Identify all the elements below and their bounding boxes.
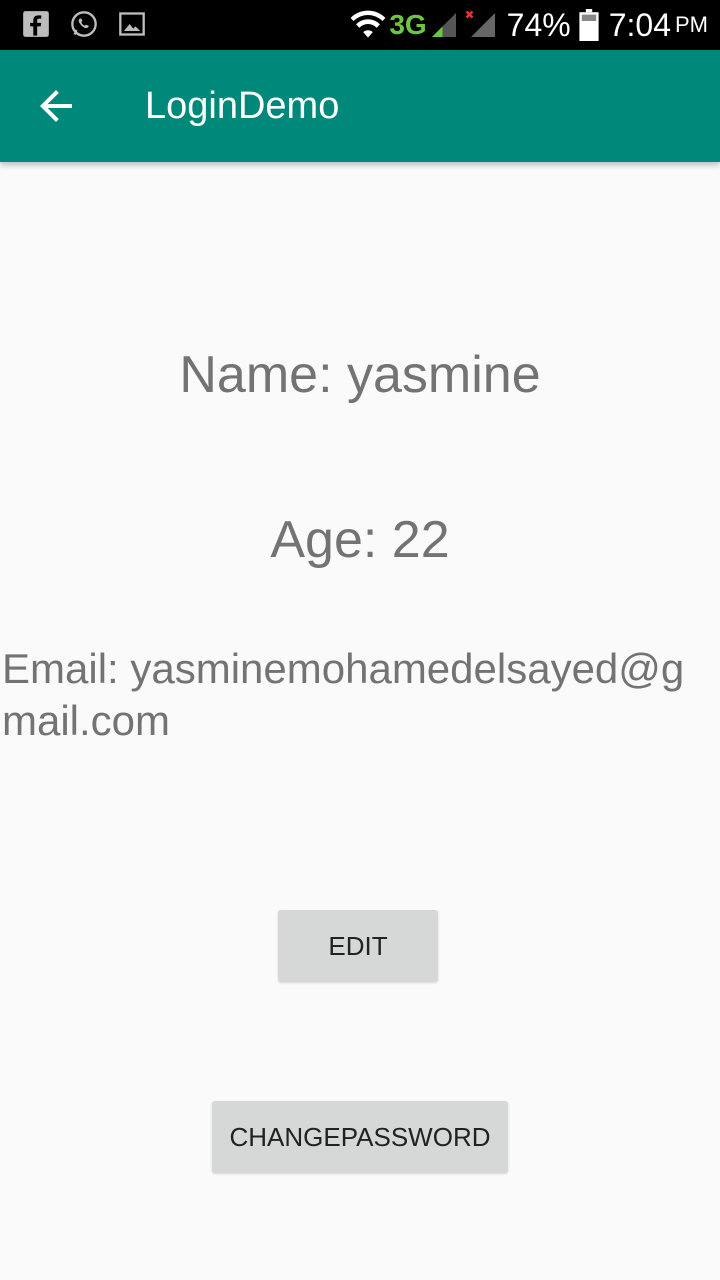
system-status: 3G 74% 7:04 PM [349, 0, 708, 50]
app-bar: LoginDemo [0, 50, 720, 162]
clock-ampm: PM [675, 12, 708, 37]
gallery-icon [119, 12, 145, 36]
clock: 7:04 [608, 6, 671, 43]
email-label: Email: yasminemohamedelsayed@gmail.com [2, 645, 685, 744]
whatsapp-icon [71, 11, 97, 37]
battery-icon [579, 9, 599, 41]
signal-no-service-icon [465, 10, 495, 37]
signal-icon [431, 13, 456, 37]
edit-button[interactable]: EDIT [278, 910, 438, 982]
network-type: 3G [389, 9, 427, 40]
name-label: Name: yasmine [179, 346, 541, 404]
app-title: LoginDemo [145, 85, 340, 127]
status-bar: 3G 74% 7:04 PM [0, 0, 720, 50]
age-label: Age: 22 [270, 511, 450, 569]
wifi-icon [350, 10, 386, 38]
facebook-icon [23, 11, 49, 37]
change-password-button[interactable]: CHANGEPASSWORD [212, 1101, 508, 1173]
battery-percent: 74% [506, 6, 571, 43]
back-arrow-icon[interactable] [32, 82, 80, 130]
notification-icons [22, 10, 146, 38]
